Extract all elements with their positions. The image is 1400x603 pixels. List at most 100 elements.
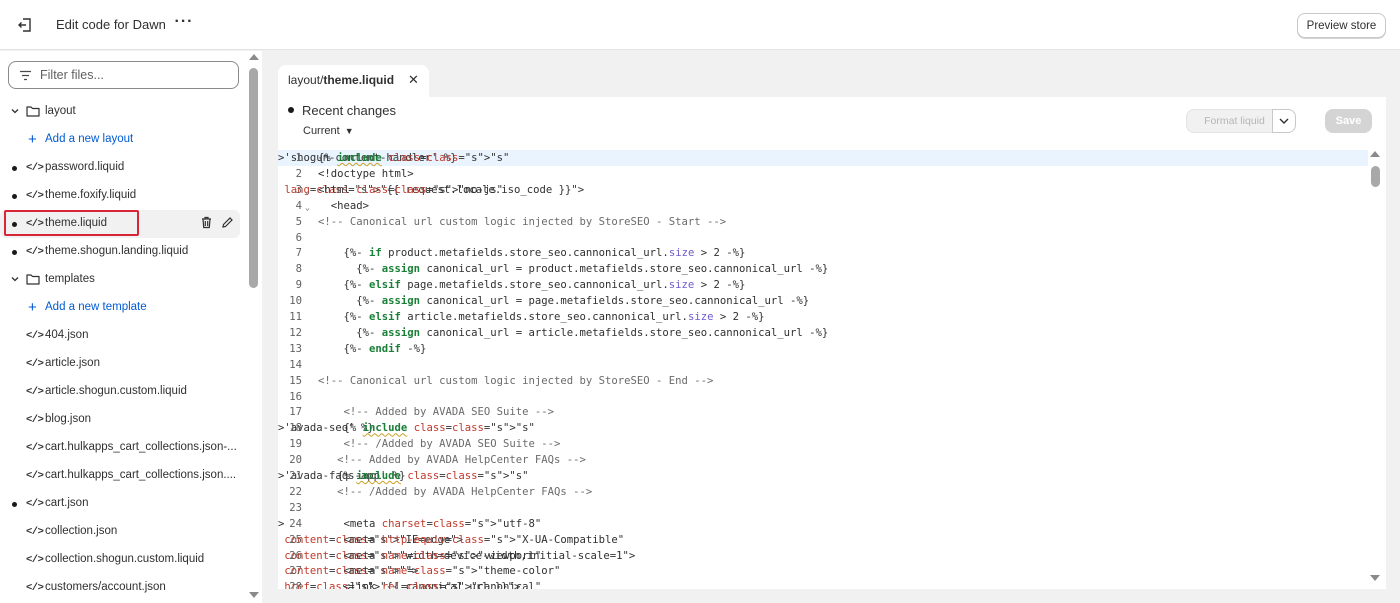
line-number: 12 bbox=[289, 326, 302, 339]
code-line[interactable]: 12 {%- assign canonical_url = article.me… bbox=[278, 325, 1368, 341]
code-line[interactable]: 27 <meta name=class="s">"theme-color" co… bbox=[278, 563, 1368, 579]
tree-item-label: theme.foxify.liquid bbox=[45, 189, 137, 201]
code-line[interactable]: 19 <!-- /Added by AVADA SEO Suite --> bbox=[278, 436, 1368, 452]
line-number: 25 bbox=[289, 533, 302, 546]
preview-store-button[interactable]: Preview store bbox=[1297, 13, 1386, 38]
code-line[interactable]: 8 {%- assign canonical_url = product.met… bbox=[278, 261, 1368, 277]
code-text: {%- if product.metafields.store_seo.cann… bbox=[318, 247, 746, 260]
delete-icon[interactable] bbox=[200, 216, 213, 232]
modified-dot bbox=[12, 222, 17, 227]
code-text: <head> bbox=[318, 199, 370, 212]
code-text: {%- elsif article.metafields.store_seo.c… bbox=[318, 311, 765, 323]
add-item-link[interactable]: + Add a new template bbox=[0, 294, 245, 322]
chevron-down-icon bbox=[1279, 116, 1289, 126]
version-select[interactable]: Current ▼ bbox=[303, 125, 354, 137]
code-line[interactable]: 4 ⌄ <head> bbox=[278, 198, 1368, 214]
file-item[interactable]: </> collection.shogun.custom.liquid bbox=[0, 546, 245, 574]
code-line[interactable]: 1 {% include class=class="s">"s" >'shogun-… bbox=[278, 150, 1368, 166]
tab-label: layout/theme.liquid bbox=[288, 73, 395, 87]
code-line[interactable]: 28 <link rel=class="s">"canonical" href=… bbox=[278, 579, 1368, 589]
code-line[interactable]: 17 <!-- Added by AVADA SEO Suite --> bbox=[278, 404, 1368, 420]
file-item[interactable]: </> theme.shogun.landing.liquid bbox=[0, 238, 245, 266]
file-sidebar: layout +Add a new layout</>password.liqui… bbox=[0, 51, 262, 603]
tab-theme-liquid[interactable]: layout/theme.liquid ✕ bbox=[278, 65, 429, 97]
code-file-icon: </> bbox=[26, 386, 44, 398]
folder-layout[interactable]: layout bbox=[0, 98, 245, 126]
close-tab-icon[interactable]: ✕ bbox=[408, 72, 419, 88]
scroll-down-arrow-icon[interactable] bbox=[1370, 575, 1380, 581]
plus-icon: + bbox=[28, 131, 37, 148]
code-line[interactable]: 3 ⌄ <html class=class="s">"no-js" lang=cla… bbox=[278, 182, 1368, 198]
scroll-up-arrow-icon[interactable] bbox=[1370, 151, 1380, 157]
file-item[interactable]: </> 404.json bbox=[0, 322, 245, 350]
code-area[interactable]: 1 {% include class=class="s">"s" >'shogun-… bbox=[278, 149, 1386, 589]
code-file-icon: </> bbox=[26, 526, 44, 538]
folder-templates[interactable]: templates bbox=[0, 266, 245, 294]
code-line[interactable]: 2 <!doctype html> bbox=[278, 166, 1368, 182]
code-line[interactable]: 25 <meta http-equiv=class="s">"X-UA-Comp… bbox=[278, 532, 1368, 548]
tree-item-label: theme.liquid bbox=[45, 217, 108, 229]
save-button[interactable]: Save bbox=[1325, 109, 1372, 133]
code-scroll-thumb[interactable] bbox=[1371, 166, 1380, 187]
code-line[interactable]: 26 <meta name=class="s">"viewport" conte… bbox=[278, 548, 1368, 564]
file-item[interactable]: </> cart.hulkapps_cart_collections.json..… bbox=[0, 462, 245, 490]
line-number: 9 bbox=[295, 279, 302, 292]
code-text: <meta name=class="s">"viewport" bbox=[318, 549, 542, 562]
line-number: 7 bbox=[295, 247, 302, 260]
code-text: <!-- Added by AVADA HelpCenter FAQs --> bbox=[318, 454, 586, 467]
code-line[interactable]: 9 {%- elsif page.metafields.store_seo.ca… bbox=[278, 277, 1368, 293]
code-file-icon: </> bbox=[26, 442, 44, 454]
file-item[interactable]: </> cart.json bbox=[0, 490, 245, 518]
code-line[interactable]: 18 {% include class=class="s">"s" >'avada… bbox=[278, 420, 1368, 436]
file-item[interactable]: </> blog.json bbox=[0, 406, 245, 434]
sidebar-scroll-thumb[interactable] bbox=[249, 68, 258, 288]
code-line[interactable]: 7 {%- if product.metafields.store_seo.ca… bbox=[278, 245, 1368, 261]
code-line[interactable]: 23 bbox=[278, 500, 1368, 516]
code-line[interactable]: 22 <!-- /Added by AVADA HelpCenter FAQs … bbox=[278, 484, 1368, 500]
line-number: 8 bbox=[295, 263, 302, 276]
code-line[interactable]: 13 {%- endif -%} bbox=[278, 341, 1368, 357]
tree-item-label: layout bbox=[45, 105, 76, 117]
file-item[interactable]: </> password.liquid bbox=[0, 154, 245, 182]
add-item-link[interactable]: + Add a new layout bbox=[0, 126, 245, 154]
code-line[interactable]: 24 <meta charset=class="s">"utf-8" > bbox=[278, 516, 1368, 532]
code-file-icon: </> bbox=[26, 162, 44, 174]
code-line[interactable]: 21 {% include class=class="s">"s" >'avada… bbox=[278, 468, 1368, 484]
tree-item-label: article.json bbox=[45, 357, 100, 369]
line-number: 18 bbox=[289, 422, 302, 435]
more-actions-button[interactable]: ··· bbox=[174, 13, 194, 35]
format-liquid-button[interactable]: Format liquid bbox=[1186, 109, 1283, 133]
code-line[interactable]: 20 <!-- Added by AVADA HelpCenter FAQs -… bbox=[278, 452, 1368, 468]
code-line[interactable]: 15 <!-- Canonical url custom logic inject… bbox=[278, 373, 1368, 389]
file-item[interactable]: </> article.shogun.custom.liquid bbox=[0, 378, 245, 406]
format-options-dropdown[interactable] bbox=[1272, 109, 1296, 133]
modified-dot bbox=[12, 166, 17, 171]
code-text: {%- assign canonical_url = product.metaf… bbox=[318, 263, 829, 276]
code-line[interactable]: 10 {%- assign canonical_url = page.metaf… bbox=[278, 293, 1368, 309]
file-item[interactable]: </> customers/account.json bbox=[0, 574, 245, 602]
scroll-down-arrow-icon[interactable] bbox=[249, 592, 259, 598]
code-line[interactable]: 5 <!-- Canonical url custom logic injecte… bbox=[278, 214, 1368, 230]
exit-icon[interactable] bbox=[14, 14, 36, 36]
file-item[interactable]: </> collection.json bbox=[0, 518, 245, 546]
filter-files-field[interactable] bbox=[8, 61, 239, 89]
line-number: 20 bbox=[289, 454, 302, 467]
code-line[interactable]: 16 bbox=[278, 389, 1368, 405]
code-line[interactable]: 6 bbox=[278, 230, 1368, 246]
code-line[interactable]: 11 {%- elsif article.metafields.store_se… bbox=[278, 309, 1368, 325]
code-line[interactable]: 14 bbox=[278, 357, 1368, 373]
code-scrollbar[interactable] bbox=[1368, 149, 1384, 589]
line-number: 6 bbox=[295, 231, 302, 244]
file-item[interactable]: </> theme.foxify.liquid bbox=[0, 182, 245, 210]
code-text: <!-- /Added by AVADA HelpCenter FAQs --> bbox=[318, 485, 593, 498]
code-text: <!-- /Added by AVADA SEO Suite --> bbox=[318, 438, 561, 451]
sidebar-scrollbar[interactable] bbox=[246, 51, 262, 603]
file-item[interactable]: </> theme.liquid bbox=[0, 210, 240, 238]
filter-files-input[interactable] bbox=[40, 68, 220, 82]
line-number: 21 bbox=[289, 470, 302, 482]
rename-pencil-icon[interactable] bbox=[221, 216, 234, 232]
code-file-icon: </> bbox=[26, 582, 44, 594]
file-item[interactable]: </> cart.hulkapps_cart_collections.json-.… bbox=[0, 434, 245, 462]
scroll-up-arrow-icon[interactable] bbox=[249, 54, 259, 60]
file-item[interactable]: </> article.json bbox=[0, 350, 245, 378]
